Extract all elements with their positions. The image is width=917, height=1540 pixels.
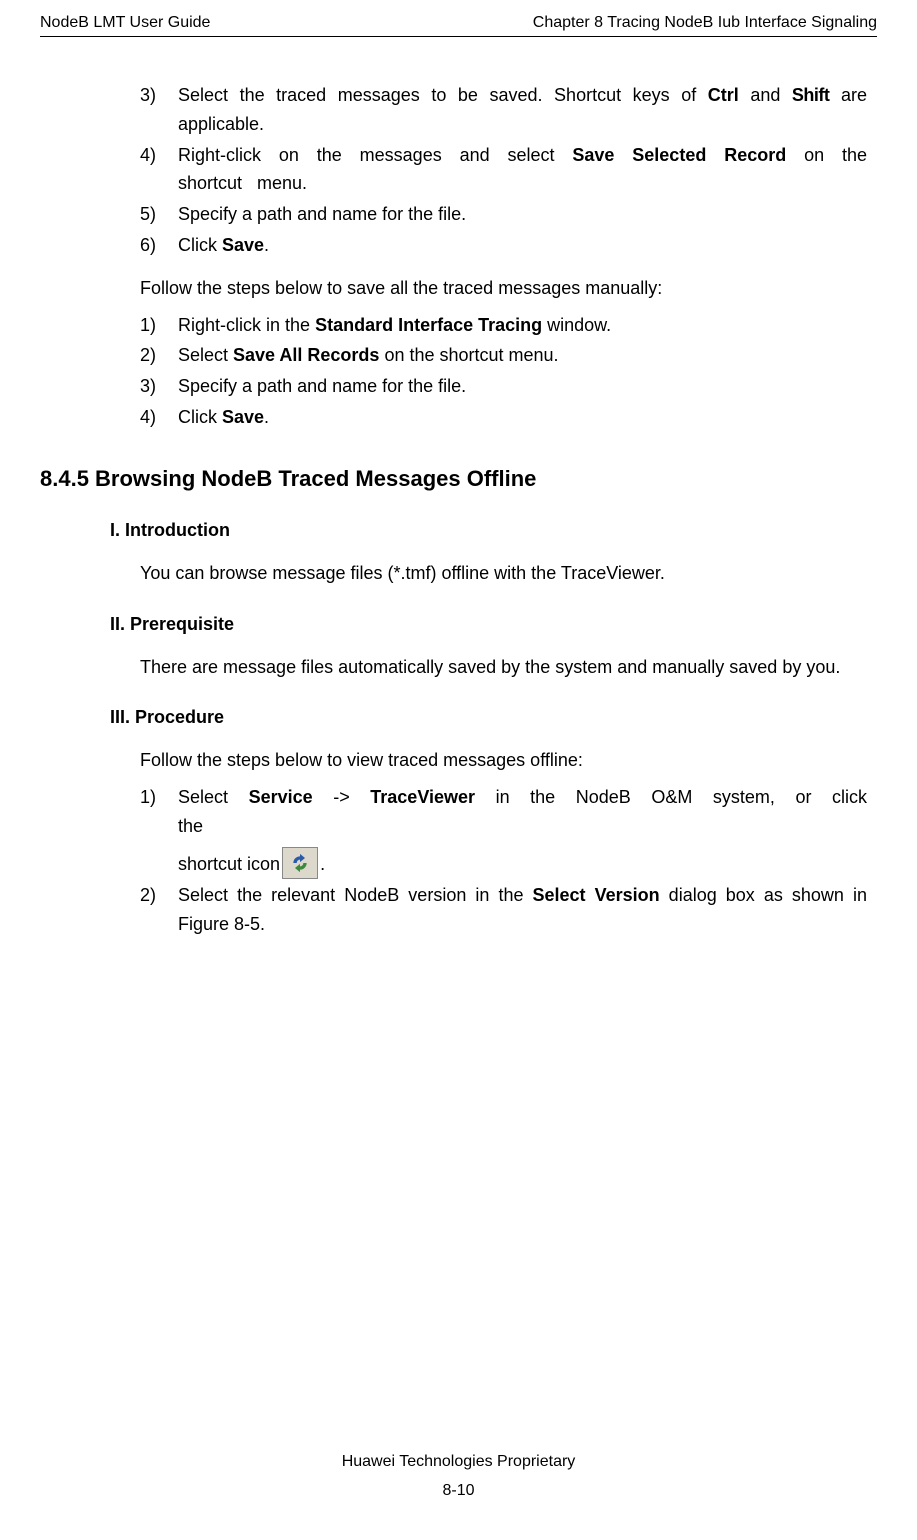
list-number: 4): [140, 141, 178, 199]
text-fragment: Select: [178, 787, 249, 807]
bold-save-selected-record: Save Selected Record: [572, 145, 786, 165]
text-fragment: Select: [178, 345, 233, 365]
list-item: 1) Right-click in the Standard Interface…: [140, 311, 867, 340]
text-fragment: Select the traced messages to be saved. …: [178, 85, 708, 105]
list-text: Select Save All Records on the shortcut …: [178, 341, 867, 370]
list-text: Select the relevant NodeB version in the…: [178, 881, 867, 939]
list-item: 2) Select Save All Records on the shortc…: [140, 341, 867, 370]
list-item: 1) Select Service -> TraceViewer in the …: [140, 783, 867, 879]
heading-3-procedure: III. Procedure: [110, 707, 877, 728]
list-number: 4): [140, 403, 178, 432]
header-left: NodeB LMT User Guide: [40, 14, 210, 32]
ordered-list-c: 1) Select Service -> TraceViewer in the …: [140, 783, 867, 938]
text-fragment: .: [320, 850, 325, 879]
text-fragment: and: [739, 85, 792, 105]
ordered-list-a: 3) Select the traced messages to be save…: [140, 81, 867, 260]
page-header: NodeB LMT User Guide Chapter 8 Tracing N…: [40, 0, 877, 37]
paragraph: You can browse message files (*.tmf) off…: [140, 559, 867, 588]
bold-service: Service: [249, 787, 313, 807]
list-number: 1): [140, 311, 178, 340]
text-fragment: shortcut icon: [178, 850, 280, 879]
footer-line-2: 8-10: [0, 1477, 917, 1506]
bold-select-version: Select Version: [533, 885, 660, 905]
list-text: Select the traced messages to be saved. …: [178, 81, 867, 139]
traceviewer-shortcut-icon: [282, 847, 318, 879]
text-fragment: .: [264, 407, 269, 427]
bold-save-all-records: Save All Records: [233, 345, 379, 365]
list-text: Click Save.: [178, 403, 867, 432]
paragraph: There are message files automatically sa…: [140, 653, 867, 682]
text-fragment: window.: [542, 315, 611, 335]
heading-2: 8.4.5 Browsing NodeB Traced Messages Off…: [40, 466, 877, 492]
list-text: Click Save.: [178, 231, 867, 260]
bold-traceviewer: TraceViewer: [370, 787, 475, 807]
list-item: 4) Right-click on the messages and selec…: [140, 141, 867, 199]
footer-line-1: Huawei Technologies Proprietary: [0, 1448, 917, 1477]
bold-shift: Shift: [792, 85, 830, 105]
list-number: 2): [140, 341, 178, 370]
text-fragment: Right-click in the: [178, 315, 315, 335]
bold-save: Save: [222, 235, 264, 255]
list-text: Specify a path and name for the file.: [178, 372, 867, 401]
list-item: 3) Select the traced messages to be save…: [140, 81, 867, 139]
paragraph: Follow the steps below to save all the t…: [140, 274, 867, 303]
list-number: 1): [140, 783, 178, 879]
text-fragment: .: [264, 235, 269, 255]
list-item: 3) Specify a path and name for the file.: [140, 372, 867, 401]
text-fragment: Click: [178, 407, 222, 427]
list-text: Specify a path and name for the file.: [178, 200, 867, 229]
bold-standard-interface-tracing: Standard Interface Tracing: [315, 315, 542, 335]
list-number: 6): [140, 231, 178, 260]
bold-ctrl: Ctrl: [708, 85, 739, 105]
list-item: 6) Click Save.: [140, 231, 867, 260]
list-text: Right-click in the Standard Interface Tr…: [178, 311, 867, 340]
heading-3-introduction: I. Introduction: [110, 520, 877, 541]
list-item: 5) Specify a path and name for the file.: [140, 200, 867, 229]
page: NodeB LMT User Guide Chapter 8 Tracing N…: [0, 0, 917, 1540]
list-item: 2) Select the relevant NodeB version in …: [140, 881, 867, 939]
list-item: 4) Click Save.: [140, 403, 867, 432]
text-fragment: Click: [178, 235, 222, 255]
text-fragment: Select the relevant NodeB version in the: [178, 885, 533, 905]
heading-3-prerequisite: II. Prerequisite: [110, 614, 877, 635]
list-number: 3): [140, 372, 178, 401]
list-text: Select Service -> TraceViewer in the Nod…: [178, 783, 867, 879]
bold-save: Save: [222, 407, 264, 427]
text-fragment: ->: [313, 787, 371, 807]
header-right: Chapter 8 Tracing NodeB Iub Interface Si…: [533, 14, 877, 32]
text-fragment: Right-click on the messages and select: [178, 145, 572, 165]
text-fragment: on the shortcut menu.: [379, 345, 558, 365]
ordered-list-b: 1) Right-click in the Standard Interface…: [140, 311, 867, 432]
list-number: 3): [140, 81, 178, 139]
list-text: Right-click on the messages and select S…: [178, 141, 867, 199]
content-area: 3) Select the traced messages to be save…: [40, 37, 877, 938]
list-number: 5): [140, 200, 178, 229]
list-number: 2): [140, 881, 178, 939]
paragraph: Follow the steps below to view traced me…: [140, 746, 867, 775]
page-footer: Huawei Technologies Proprietary 8-10: [0, 1448, 917, 1506]
